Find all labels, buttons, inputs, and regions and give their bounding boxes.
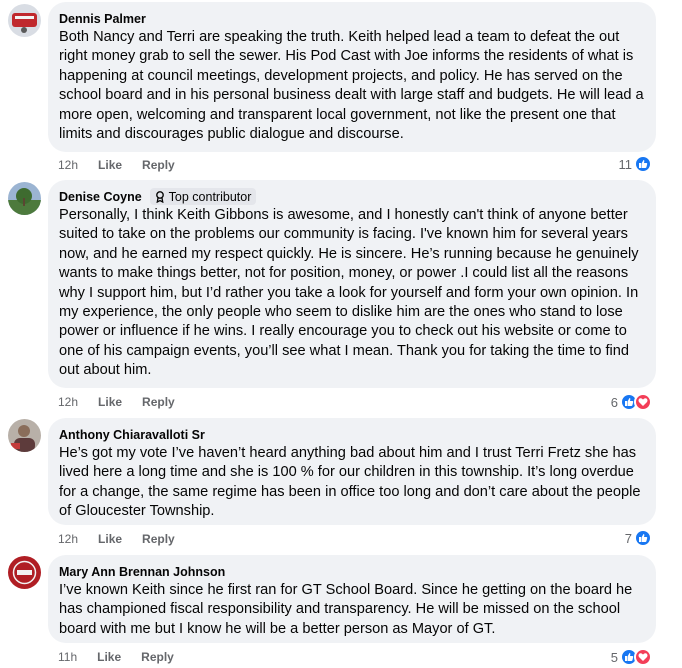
like-button[interactable]: Like	[98, 395, 122, 409]
avatar[interactable]	[8, 4, 41, 37]
comment-timestamp[interactable]: 11h	[58, 650, 77, 664]
comment-text: Personally, I think Keith Gibbons is awe…	[59, 207, 639, 379]
like-icon	[634, 155, 652, 173]
like-button[interactable]: Like	[97, 650, 121, 664]
reply-button[interactable]: Reply	[141, 650, 174, 664]
comment-bubble: Anthony Chiaravalloti Sr He’s got my vot…	[48, 418, 656, 525]
avatar[interactable]	[8, 419, 41, 452]
comment-author[interactable]: Dennis Palmer	[59, 12, 146, 26]
comment-author[interactable]: Anthony Chiaravalloti Sr	[59, 428, 205, 442]
like-button[interactable]: Like	[98, 158, 122, 172]
comment-text: Both Nancy and Terri are speaking the tr…	[59, 29, 644, 143]
comment-timestamp[interactable]: 12h	[58, 532, 78, 546]
comment-bubble: Dennis Palmer Both Nancy and Terri are s…	[48, 2, 656, 152]
love-icon	[634, 393, 652, 411]
comment-text: He’s got my vote I’ve haven’t heard anyt…	[59, 445, 641, 520]
avatar[interactable]	[8, 182, 41, 215]
reply-button[interactable]: Reply	[142, 158, 175, 172]
comment-actions: 12h Like Reply	[58, 394, 195, 410]
comment-actions: 12h Like Reply	[58, 531, 195, 547]
comment-author[interactable]: Mary Ann Brennan Johnson	[59, 565, 225, 579]
reaction-count: 5	[610, 649, 618, 665]
reaction-summary[interactable]: 7	[625, 528, 652, 548]
like-icon	[634, 529, 652, 547]
love-icon	[634, 648, 652, 666]
comment-author[interactable]: Denise Coyne	[59, 190, 142, 204]
comment-text: I’ve known Keith since he first ran for …	[59, 582, 633, 637]
comment-timestamp[interactable]: 12h	[58, 158, 78, 172]
reply-button[interactable]: Reply	[142, 395, 175, 409]
reaction-count: 11	[618, 156, 633, 172]
comment-actions: 12h Like Reply	[58, 157, 195, 173]
reaction-summary[interactable]: 6	[611, 392, 652, 412]
reaction-summary[interactable]: 11	[618, 154, 652, 174]
comment-timestamp[interactable]: 12h	[58, 395, 78, 409]
reaction-summary[interactable]: 5	[611, 647, 652, 667]
comment-bubble: Mary Ann Brennan Johnson I’ve known Keit…	[48, 555, 656, 643]
badge-label: Top contributor	[168, 189, 252, 204]
like-button[interactable]: Like	[98, 532, 122, 546]
comment-actions: 11h Like Reply	[58, 649, 194, 665]
reaction-count: 6	[610, 394, 618, 410]
award-icon	[155, 190, 164, 203]
top-contributor-badge[interactable]: Top contributor	[149, 188, 257, 205]
comment-bubble: Denise Coyne Top contributor Personally,…	[48, 180, 656, 388]
avatar[interactable]	[8, 556, 41, 589]
reply-button[interactable]: Reply	[142, 532, 175, 546]
reaction-count: 7	[624, 530, 632, 546]
